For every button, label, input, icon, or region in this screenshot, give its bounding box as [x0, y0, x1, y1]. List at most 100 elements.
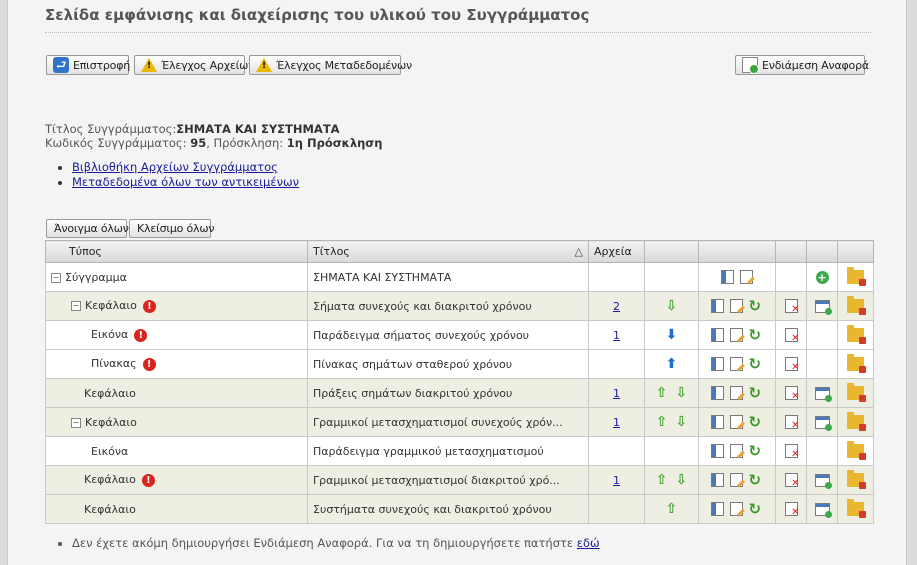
view-icon[interactable]	[710, 386, 724, 400]
add-item-icon[interactable]	[815, 386, 832, 402]
edit-icon[interactable]	[729, 299, 743, 313]
delete-icon[interactable]	[784, 473, 800, 489]
folder-upload-icon[interactable]	[847, 267, 866, 286]
folder-upload-icon[interactable]	[847, 383, 866, 402]
edit-icon[interactable]	[729, 357, 743, 371]
textbook-title-line: Τίτλος Συγγράμματος:ΣΗΜΑΤΑ ΚΑΙ ΣΥΣΤΗΜΑΤΑ	[45, 122, 382, 136]
delete-icon[interactable]	[784, 386, 800, 402]
textbook-code-value: 95	[190, 136, 207, 150]
collapse-icon[interactable]: −	[51, 272, 61, 283]
open-all-button[interactable]: Άνοιγμα όλων	[46, 219, 129, 238]
folder-upload-icon[interactable]	[847, 354, 866, 373]
view-icon[interactable]	[710, 444, 724, 458]
add-item-icon[interactable]	[815, 502, 832, 518]
move-down-icon[interactable]: ⬇	[666, 327, 678, 343]
refresh-icon[interactable]	[749, 384, 764, 402]
order-cell: ⇩	[644, 291, 699, 321]
edit-icon[interactable]	[729, 502, 743, 516]
move-down-icon[interactable]: ⇩	[676, 414, 688, 430]
add-cell	[806, 436, 838, 466]
view-icon[interactable]	[710, 328, 724, 342]
refresh-icon[interactable]	[749, 297, 764, 315]
move-up-icon[interactable]: ⇧	[656, 472, 668, 488]
files-count-link[interactable]: 2	[613, 300, 620, 313]
move-down-icon[interactable]: ⇩	[676, 472, 688, 488]
files-count-link[interactable]: 1	[613, 387, 620, 400]
delete-icon[interactable]	[784, 299, 800, 315]
files-check-button[interactable]: ! Έλεγχος Αρχείων	[134, 55, 254, 75]
metadata-check-button-label: Έλεγχος Μεταδεδομένων	[276, 58, 412, 72]
refresh-icon[interactable]	[749, 500, 764, 518]
edit-icon[interactable]	[729, 328, 743, 342]
table-header-row: Τύπος Τίτλος △ Αρχεία	[45, 240, 874, 263]
delete-icon[interactable]	[784, 328, 800, 344]
view-icon[interactable]	[721, 270, 734, 284]
close-all-button[interactable]: Κλείσιμο όλων	[129, 219, 215, 238]
edit-icon[interactable]	[729, 386, 743, 400]
files-count-link[interactable]: 1	[613, 329, 620, 342]
add-cell: +	[806, 262, 838, 292]
page-title: Σελίδα εμφάνισης και διαχείρισης του υλι…	[45, 6, 871, 33]
delete-icon[interactable]	[784, 444, 800, 460]
column-header-title[interactable]: Τίτλος △	[307, 240, 589, 263]
add-cell	[806, 320, 838, 350]
move-down-icon[interactable]: ⇩	[666, 298, 678, 314]
refresh-icon[interactable]	[749, 442, 764, 460]
files-count-link[interactable]: 1	[613, 474, 620, 487]
type-cell: − Κεφάλαιο!	[45, 291, 308, 321]
add-item-icon[interactable]	[815, 473, 832, 489]
all-metadata-link[interactable]: Μεταδεδομένα όλων των αντικειμένων	[72, 175, 299, 189]
folder-upload-icon[interactable]	[847, 325, 866, 344]
files-cell	[588, 349, 645, 379]
actions-cell	[698, 291, 776, 321]
view-icon[interactable]	[710, 415, 724, 429]
move-up-icon[interactable]: ⇧	[656, 414, 668, 430]
interim-report-button[interactable]: Ενδιάμεση Αναφορά	[735, 55, 869, 75]
metadata-check-button[interactable]: ! Έλεγχος Μεταδεδομένων	[249, 55, 412, 75]
delete-icon[interactable]	[784, 415, 800, 431]
edit-icon[interactable]	[729, 415, 743, 429]
delete-icon[interactable]	[784, 502, 800, 518]
folder-upload-icon[interactable]	[847, 412, 866, 431]
add-item-icon[interactable]	[815, 299, 832, 315]
folder-upload-icon[interactable]	[847, 441, 866, 460]
view-icon[interactable]	[710, 502, 724, 516]
textbook-info: Τίτλος Συγγράμματος:ΣΗΜΑΤΑ ΚΑΙ ΣΥΣΤΗΜΑΤΑ…	[45, 122, 382, 150]
add-item-icon[interactable]	[815, 415, 832, 431]
files-count-link[interactable]: 1	[613, 416, 620, 429]
column-header-type[interactable]: Τύπος	[45, 240, 308, 263]
type-cell: Κεφάλαιο!	[45, 465, 308, 495]
folder-cell	[837, 465, 874, 495]
delete-icon[interactable]	[784, 357, 800, 373]
edit-icon[interactable]	[740, 270, 753, 284]
add-child-icon[interactable]: +	[815, 270, 829, 284]
files-library-link[interactable]: Βιβλιοθήκη Αρχείων Συγγράμματος	[72, 160, 278, 174]
move-down-icon[interactable]: ⇩	[676, 385, 688, 401]
column-header-actions	[698, 240, 776, 263]
files-cell: 1	[588, 378, 645, 408]
call-label: , Πρόσκληση:	[206, 136, 284, 150]
move-up-icon[interactable]: ⬆	[666, 356, 678, 372]
view-icon[interactable]	[710, 473, 724, 487]
refresh-icon[interactable]	[749, 326, 764, 344]
view-icon[interactable]	[710, 299, 724, 313]
refresh-icon[interactable]	[749, 355, 764, 373]
create-report-link[interactable]: εδώ	[577, 536, 600, 550]
refresh-icon[interactable]	[749, 413, 764, 431]
view-icon[interactable]	[710, 357, 724, 371]
refresh-icon[interactable]	[749, 471, 764, 489]
column-header-files[interactable]: Αρχεία	[588, 240, 645, 263]
move-up-icon[interactable]: ⇧	[656, 385, 668, 401]
textbook-title-label: Τίτλος Συγγράμματος:	[45, 122, 177, 136]
folder-upload-icon[interactable]	[847, 470, 866, 489]
collapse-icon[interactable]: −	[71, 417, 81, 428]
folder-upload-icon[interactable]	[847, 499, 866, 518]
folder-upload-icon[interactable]	[847, 296, 866, 315]
move-up-icon[interactable]: ⇧	[666, 501, 678, 517]
back-button[interactable]: ⮐ Επιστροφή	[46, 55, 130, 75]
edit-icon[interactable]	[729, 444, 743, 458]
edit-icon[interactable]	[729, 473, 743, 487]
add-cell	[806, 407, 838, 437]
add-cell	[806, 349, 838, 379]
collapse-icon[interactable]: −	[71, 301, 81, 312]
